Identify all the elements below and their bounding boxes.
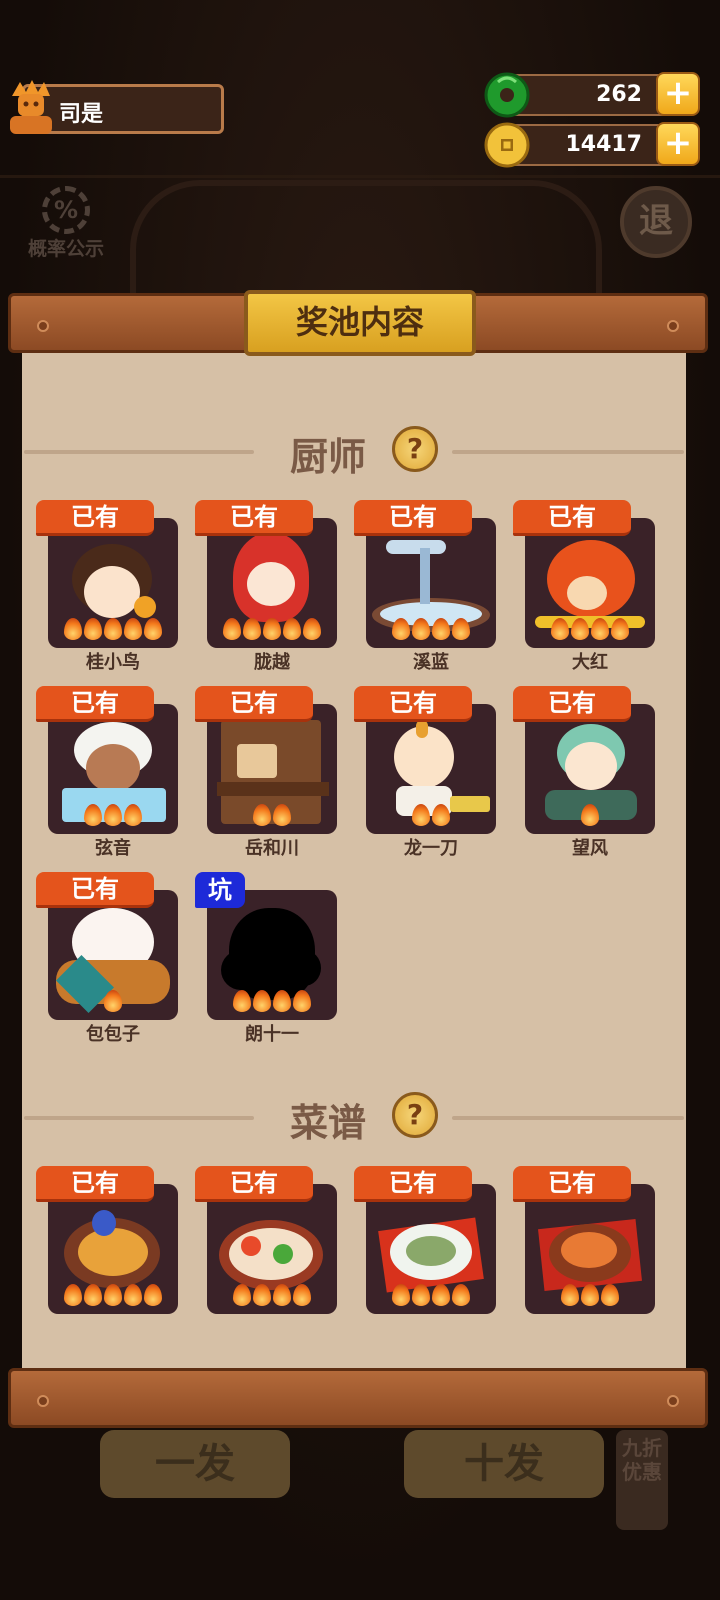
chef-portrait (366, 518, 496, 648)
recipe-image (525, 1184, 655, 1314)
star-rating (366, 618, 496, 644)
owned-badge: 已有 (36, 872, 154, 908)
divider (452, 1116, 684, 1120)
star-rating (525, 804, 655, 830)
chef-name: 弦音 (95, 838, 131, 859)
star-rating (207, 618, 337, 644)
chef-name: 胧越 (254, 652, 290, 673)
recipe-card[interactable]: 已有 (195, 1166, 343, 1340)
discount-tag: 九折优惠 (616, 1430, 668, 1530)
chef-portrait (207, 518, 337, 648)
recipe-help-button[interactable]: ? (392, 1092, 438, 1138)
star-rating (207, 990, 337, 1016)
owned-badge: 已有 (354, 500, 472, 536)
chef-portrait (48, 704, 178, 834)
recipe-section-title: 菜谱 (290, 1101, 367, 1145)
chef-section-title: 厨师 (290, 435, 367, 479)
chef-portrait (48, 890, 178, 1020)
chef-name: 朗十一 (245, 1024, 299, 1045)
chef-card[interactable]: 已有 包包子 (36, 872, 184, 1046)
chef-card[interactable]: 已有 望风 (513, 686, 661, 860)
recipe-image (207, 1184, 337, 1314)
chef-portrait (48, 518, 178, 648)
add-coins-button[interactable]: + (656, 122, 700, 166)
star-rating (366, 804, 496, 830)
jade-resource: 262 + (484, 72, 700, 118)
chef-name: 岳和川 (245, 838, 299, 859)
jade-coin-icon (484, 72, 530, 118)
chef-card[interactable]: 已有 溪蓝 (354, 500, 502, 674)
chef-portrait (525, 704, 655, 834)
probability-button[interactable]: % 概率公示 (18, 186, 114, 266)
chef-portrait (207, 704, 337, 834)
star-rating (48, 1284, 178, 1310)
ten-draw-button: 十发 (404, 1430, 604, 1498)
player-avatar-icon[interactable] (4, 76, 58, 138)
owned-badge: 已有 (36, 686, 154, 722)
recipe-section-header: 菜谱 ? (22, 1092, 686, 1145)
recipe-card[interactable]: 已有 (354, 1166, 502, 1340)
probability-label: 概率公示 (27, 238, 104, 260)
chef-name: 桂小鸟 (86, 652, 140, 673)
scroll-bottom-rod (8, 1368, 708, 1428)
star-rating (366, 1284, 496, 1310)
owned-badge: 已有 (36, 500, 154, 536)
chef-card[interactable]: 已有 大红 (513, 500, 661, 674)
owned-badge: 已有 (195, 500, 313, 536)
star-rating (207, 1284, 337, 1310)
chef-card[interactable]: 已有 岳和川 (195, 686, 343, 860)
owned-badge: 已有 (36, 1166, 154, 1202)
owned-badge: 已有 (354, 1166, 472, 1202)
add-jade-button[interactable]: + (656, 72, 700, 116)
divider (24, 1116, 254, 1120)
gear-percent-icon: % (42, 186, 90, 234)
recipe-image (366, 1184, 496, 1314)
missing-badge: 坑 (195, 872, 245, 908)
single-draw-button: 一发 (100, 1430, 290, 1498)
owned-badge: 已有 (513, 500, 631, 536)
chef-section-header: 厨师 ? (22, 426, 686, 479)
chef-card[interactable]: 已有 龙一刀 (354, 686, 502, 860)
recipe-image (48, 1184, 178, 1314)
chef-portrait (525, 518, 655, 648)
gold-coin-icon (484, 122, 530, 168)
panel-title: 奖池内容 (244, 290, 476, 356)
chef-portrait (366, 704, 496, 834)
chef-name: 望风 (572, 838, 608, 859)
divider (24, 450, 254, 454)
player-name: 司是 (59, 102, 104, 127)
star-rating (48, 804, 178, 830)
recipe-card[interactable]: 已有 (513, 1166, 661, 1340)
star-rating (48, 618, 178, 644)
prize-pool-panel: 厨师 ? 已有 桂小鸟 已有 胧越 已有 溪蓝 已有 大红 已有 弦音 已有 岳… (22, 352, 686, 1370)
chef-card[interactable]: 已有 弦音 (36, 686, 184, 860)
star-rating (525, 618, 655, 644)
chef-name: 包包子 (86, 1024, 140, 1045)
jade-value: 262 (596, 82, 642, 107)
owned-badge: 已有 (354, 686, 472, 722)
coin-value: 14417 (565, 132, 642, 157)
chef-help-button[interactable]: ? (392, 426, 438, 472)
chef-name: 龙一刀 (404, 838, 458, 859)
star-rating (207, 804, 337, 830)
recipe-card[interactable]: 已有 (36, 1166, 184, 1340)
owned-badge: 已有 (513, 1166, 631, 1202)
owned-badge: 已有 (195, 1166, 313, 1202)
owned-badge: 已有 (513, 686, 631, 722)
chef-card[interactable]: 已有 桂小鸟 (36, 500, 184, 674)
chef-silhouette (207, 890, 337, 1020)
owned-badge: 已有 (195, 686, 313, 722)
chef-card-locked[interactable]: 坑 朗十一 (195, 872, 343, 1046)
chef-name: 大红 (572, 652, 608, 673)
star-rating (48, 990, 178, 1016)
star-rating (525, 1284, 655, 1310)
exit-button[interactable]: 退 (620, 186, 692, 258)
coin-resource: 14417 + (484, 122, 700, 168)
divider (452, 450, 684, 454)
chef-card[interactable]: 已有 胧越 (195, 500, 343, 674)
chef-name: 溪蓝 (413, 652, 449, 673)
